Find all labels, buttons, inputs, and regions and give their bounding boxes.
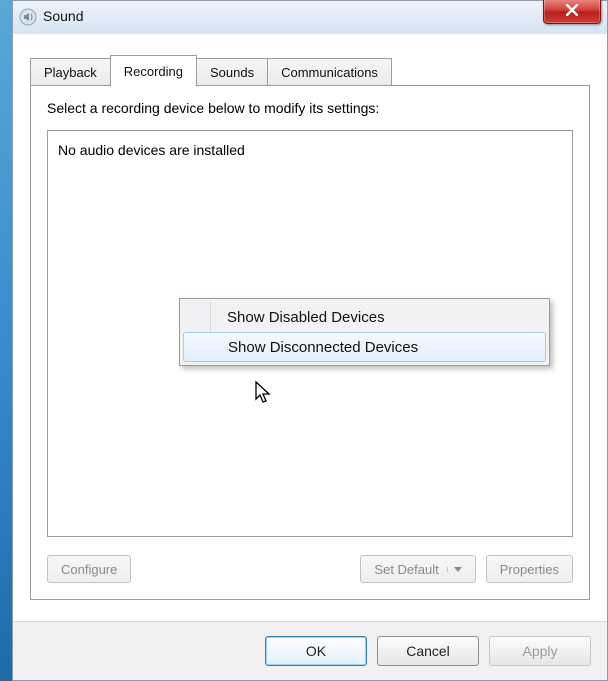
desktop-background-strip: [0, 0, 12, 681]
ok-label: OK: [306, 643, 326, 659]
device-list-context-menu: Show Disabled Devices Show Disconnected …: [179, 298, 550, 366]
window-title: Sound: [43, 8, 83, 24]
sound-window-icon: [19, 8, 37, 26]
sound-dialog-window: Sound Playback Recording Sounds Communic…: [12, 0, 608, 681]
apply-button[interactable]: Apply: [489, 636, 591, 666]
no-devices-message: No audio devices are installed: [58, 142, 245, 158]
ok-button[interactable]: OK: [265, 636, 367, 666]
tab-playback[interactable]: Playback: [30, 58, 111, 86]
tab-communications-label: Communications: [281, 65, 378, 80]
instruction-text: Select a recording device below to modif…: [47, 100, 379, 116]
lower-button-row: Configure Properties Set Default: [47, 555, 573, 585]
menu-item-label: Show Disabled Devices: [227, 309, 385, 326]
menu-item-show-disabled-devices[interactable]: Show Disabled Devices: [183, 302, 546, 332]
configure-label: Configure: [61, 562, 117, 577]
properties-label: Properties: [500, 562, 559, 577]
tab-playback-label: Playback: [44, 65, 97, 80]
tab-communications[interactable]: Communications: [267, 58, 392, 86]
configure-button[interactable]: Configure: [47, 555, 131, 583]
tab-recording-label: Recording: [124, 64, 183, 79]
tab-strip: Playback Recording Sounds Communications: [30, 55, 391, 85]
tab-sounds-label: Sounds: [210, 65, 254, 80]
set-default-dropdown-icon[interactable]: [447, 567, 462, 572]
menu-item-show-disconnected-devices[interactable]: Show Disconnected Devices: [183, 332, 546, 362]
dialog-footer: OK Cancel Apply: [13, 621, 607, 680]
properties-button[interactable]: Properties: [486, 555, 573, 583]
title-bar[interactable]: Sound: [13, 1, 607, 35]
dialog-body: Playback Recording Sounds Communications…: [13, 34, 607, 680]
apply-label: Apply: [522, 643, 557, 659]
set-default-label: Set Default: [374, 562, 438, 577]
tab-recording[interactable]: Recording: [110, 55, 197, 87]
cancel-label: Cancel: [406, 643, 450, 659]
cancel-button[interactable]: Cancel: [377, 636, 479, 666]
tab-sounds[interactable]: Sounds: [196, 58, 268, 86]
menu-item-label: Show Disconnected Devices: [228, 339, 418, 356]
close-x-icon: [566, 3, 578, 20]
close-button[interactable]: [543, 0, 601, 24]
set-default-button[interactable]: Set Default: [360, 555, 475, 583]
